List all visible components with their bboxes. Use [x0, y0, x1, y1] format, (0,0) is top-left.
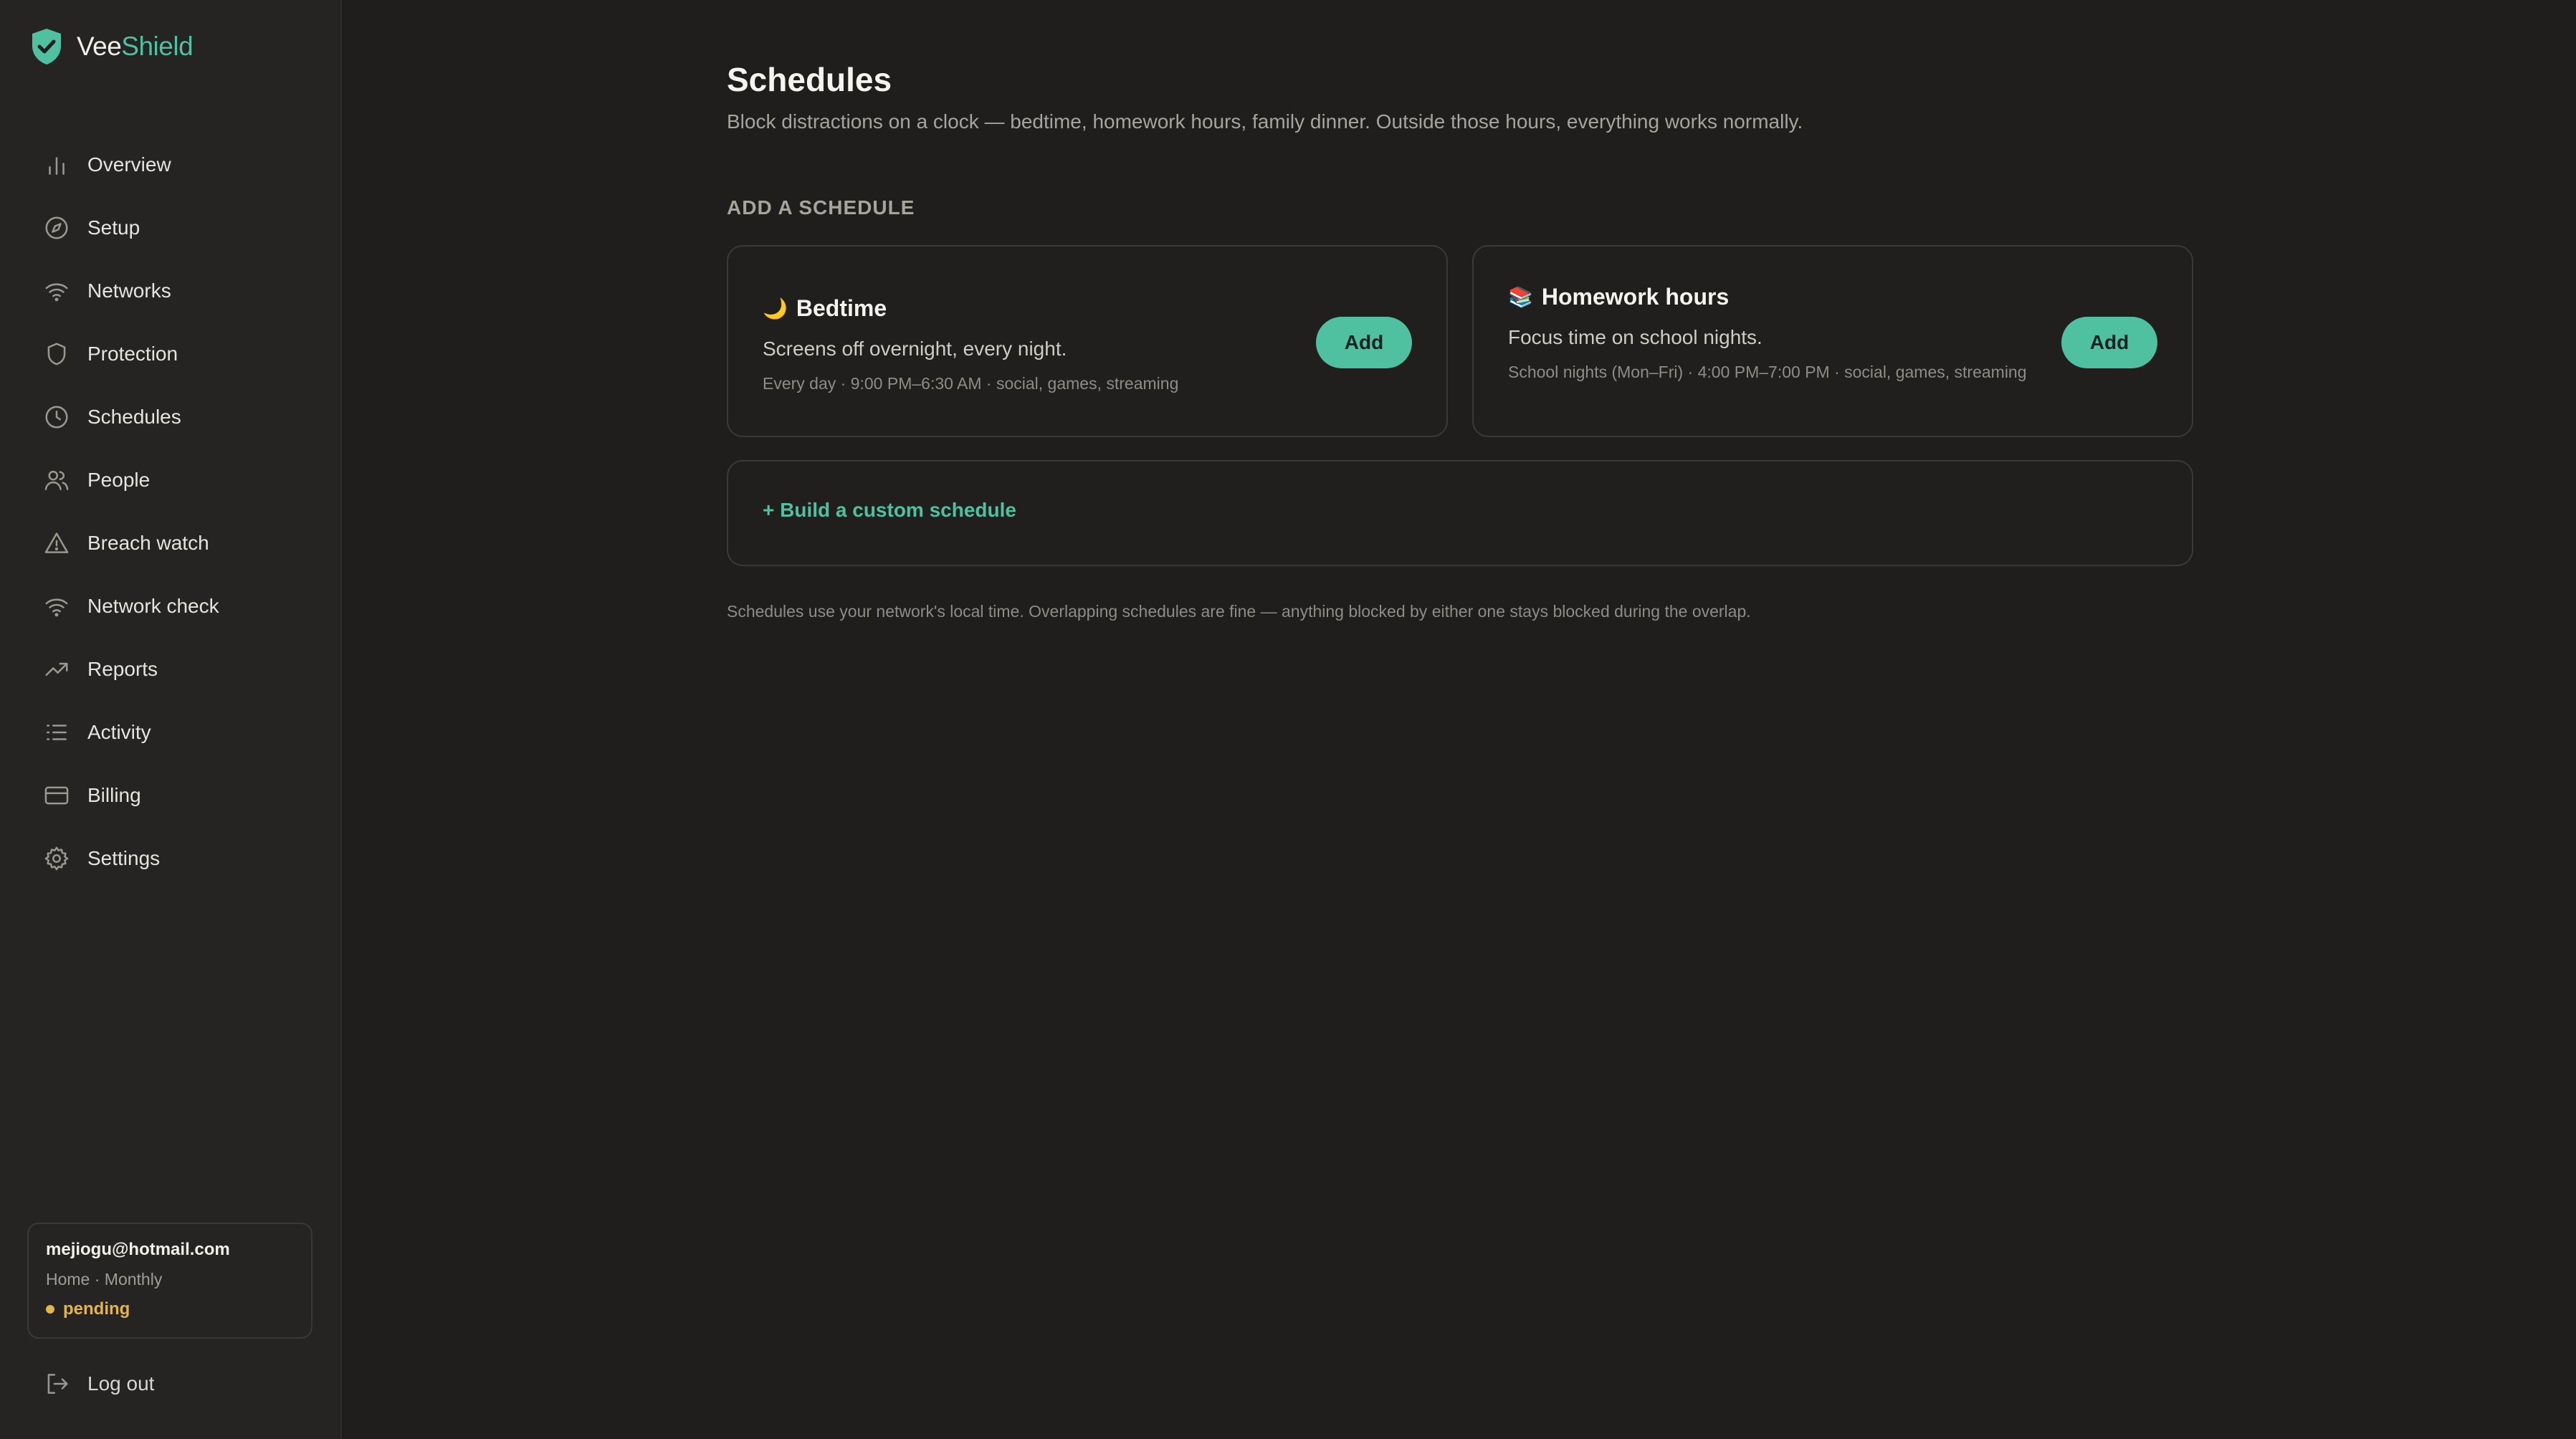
shield-icon [47, 343, 66, 365]
template-title: 📚 Homework hours [1508, 284, 2053, 310]
sidebar-item-label: People [87, 469, 151, 491]
brand-name: VeeShield [77, 32, 194, 62]
gear-icon [44, 846, 69, 871]
compass-icon [45, 216, 68, 239]
section-label: ADD A SCHEDULE [727, 196, 915, 219]
template-card-body: 📚 Homework hours Focus time on school ni… [1508, 284, 2053, 383]
sidebar-item-overview[interactable]: Overview [0, 133, 342, 196]
account-card[interactable]: mejiogu@hotmail.com Home · Monthly pendi… [27, 1223, 313, 1339]
app-root: VeeShield Overview Setup Networks Protec… [0, 0, 2576, 1439]
sidebar-item-label: Network check [87, 595, 219, 617]
sidebar-item-setup[interactable]: Setup [0, 196, 342, 259]
sidebar-item-label: Activity [87, 721, 151, 743]
bar-chart-icon [49, 157, 65, 175]
build-custom-schedule-link[interactable]: + Build a custom schedule [763, 499, 1016, 522]
sidebar-item-label: Networks [87, 279, 171, 302]
sidebar-nav: Overview Setup Networks Protection Sched… [0, 133, 342, 890]
moon-icon: 🌙 [763, 297, 788, 320]
sidebar-item-network-check[interactable]: Network check [0, 575, 342, 638]
sidebar-item-breach-watch[interactable]: Breach watch [0, 512, 342, 575]
sidebar-item-billing[interactable]: Billing [0, 764, 342, 827]
sidebar-item-label: Billing [87, 784, 141, 806]
sidebar-item-settings[interactable]: Settings [0, 827, 342, 890]
brand-name-part1: Vee [77, 32, 122, 61]
add-homework-button[interactable]: Add [2061, 317, 2157, 368]
clock-icon [45, 406, 68, 429]
template-title: 🌙 Bedtime [763, 295, 1307, 322]
sidebar-item-networks[interactable]: Networks [0, 259, 342, 322]
sidebar-item-reports[interactable]: Reports [0, 638, 342, 701]
status-text: pending [63, 1299, 130, 1319]
account-plan: Home · Monthly [46, 1270, 163, 1289]
sidebar-item-label: Schedules [87, 406, 181, 428]
status-dot-icon [46, 1305, 54, 1314]
shield-check-icon [32, 29, 61, 64]
template-description: Screens off overnight, every night. [763, 338, 1067, 360]
page-title: Schedules [727, 61, 892, 98]
list-icon [47, 725, 67, 740]
page-subtitle: Block distractions on a clock — bedtime,… [727, 110, 1803, 133]
credit-card-icon [44, 786, 69, 805]
template-meta: School nights (Mon–Fri) · 4:00 PM–7:00 P… [1508, 363, 2027, 381]
custom-schedule-card[interactable]: + Build a custom schedule [727, 460, 2193, 566]
sidebar-item-label: Overview [87, 153, 171, 176]
sidebar-item-schedules[interactable]: Schedules [0, 386, 342, 449]
template-card-bedtime: 🌙 Bedtime Screens off overnight, every n… [727, 245, 1448, 437]
books-icon: 📚 [1508, 286, 1533, 308]
sidebar-item-protection[interactable]: Protection [0, 322, 342, 386]
warning-icon [44, 532, 69, 553]
trending-up-icon [45, 662, 68, 677]
template-description: Focus time on school nights. [1508, 326, 1762, 348]
status-badge: pending [46, 1299, 294, 1319]
sidebar-item-people[interactable]: People [0, 449, 342, 512]
template-title-text: Homework hours [1541, 284, 1730, 310]
sidebar: VeeShield Overview Setup Networks Protec… [0, 0, 342, 1439]
logout-button[interactable]: Log out [43, 1370, 154, 1397]
template-title-text: Bedtime [796, 295, 887, 321]
sidebar-item-label: Settings [87, 847, 161, 869]
logout-icon [47, 1374, 68, 1394]
sidebar-item-label: Protection [87, 343, 178, 365]
template-card-body: 🌙 Bedtime Screens off overnight, every n… [763, 295, 1307, 395]
account-email: mejiogu@hotmail.com [46, 1240, 230, 1259]
logout-label: Log out [87, 1372, 155, 1395]
sidebar-item-label: Reports [87, 658, 158, 680]
add-bedtime-button[interactable]: Add [1316, 317, 1412, 368]
wifi-icon [45, 598, 68, 617]
template-card-homework: 📚 Homework hours Focus time on school ni… [1472, 245, 2193, 437]
wifi-icon [45, 283, 68, 302]
sidebar-item-label: Breach watch [87, 532, 209, 554]
brand-logo[interactable]: VeeShield [29, 27, 194, 66]
template-meta: Every day · 9:00 PM–6:30 AM · social, ga… [763, 374, 1179, 393]
footnote: Schedules use your network's local time.… [727, 602, 1751, 621]
users-icon [44, 470, 69, 490]
brand-name-part2: Shield [121, 32, 194, 61]
sidebar-item-activity[interactable]: Activity [0, 701, 342, 764]
sidebar-item-label: Setup [87, 216, 140, 239]
